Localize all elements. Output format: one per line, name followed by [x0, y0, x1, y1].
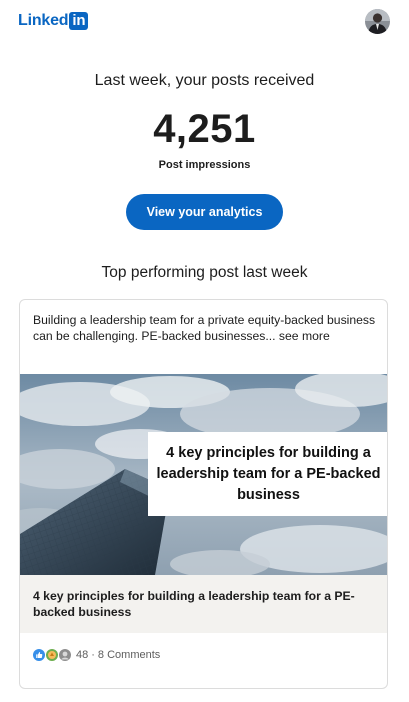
view-analytics-button[interactable]: View your analytics	[126, 194, 283, 230]
summary-title: Last week, your posts received	[94, 72, 315, 89]
post-text[interactable]: Building a leadership team for a private…	[33, 312, 378, 344]
logo-in-box: in	[69, 12, 89, 30]
like-reaction-icon	[33, 649, 45, 661]
social-counts[interactable]: 48 · 8 Comments	[33, 647, 160, 663]
linkedin-logo[interactable]: Linked in	[18, 12, 89, 30]
impressions-label: Post impressions	[158, 159, 251, 171]
article-link[interactable]: 4 key principles for building a leadersh…	[20, 575, 387, 633]
celebrate-reaction-icon	[46, 649, 58, 661]
reaction-count: 48	[76, 649, 89, 661]
logo-word: Linked	[18, 12, 69, 29]
article-title: 4 key principles for building a leadersh…	[33, 589, 355, 619]
separator-dot: ·	[91, 649, 95, 661]
email-header: Linked in	[0, 0, 409, 44]
post-image[interactable]: 4 key principles for building a leadersh…	[20, 374, 387, 575]
image-overlay-title: 4 key principles for building a leadersh…	[148, 432, 387, 516]
avatar[interactable]	[365, 9, 390, 34]
impressions-count: 4,251	[153, 107, 256, 151]
top-post-card[interactable]: Building a leadership team for a private…	[19, 299, 388, 689]
support-reaction-icon	[59, 649, 71, 661]
comments-count[interactable]: 8 Comments	[98, 649, 160, 661]
top-post-section-title: Top performing post last week	[101, 264, 308, 281]
